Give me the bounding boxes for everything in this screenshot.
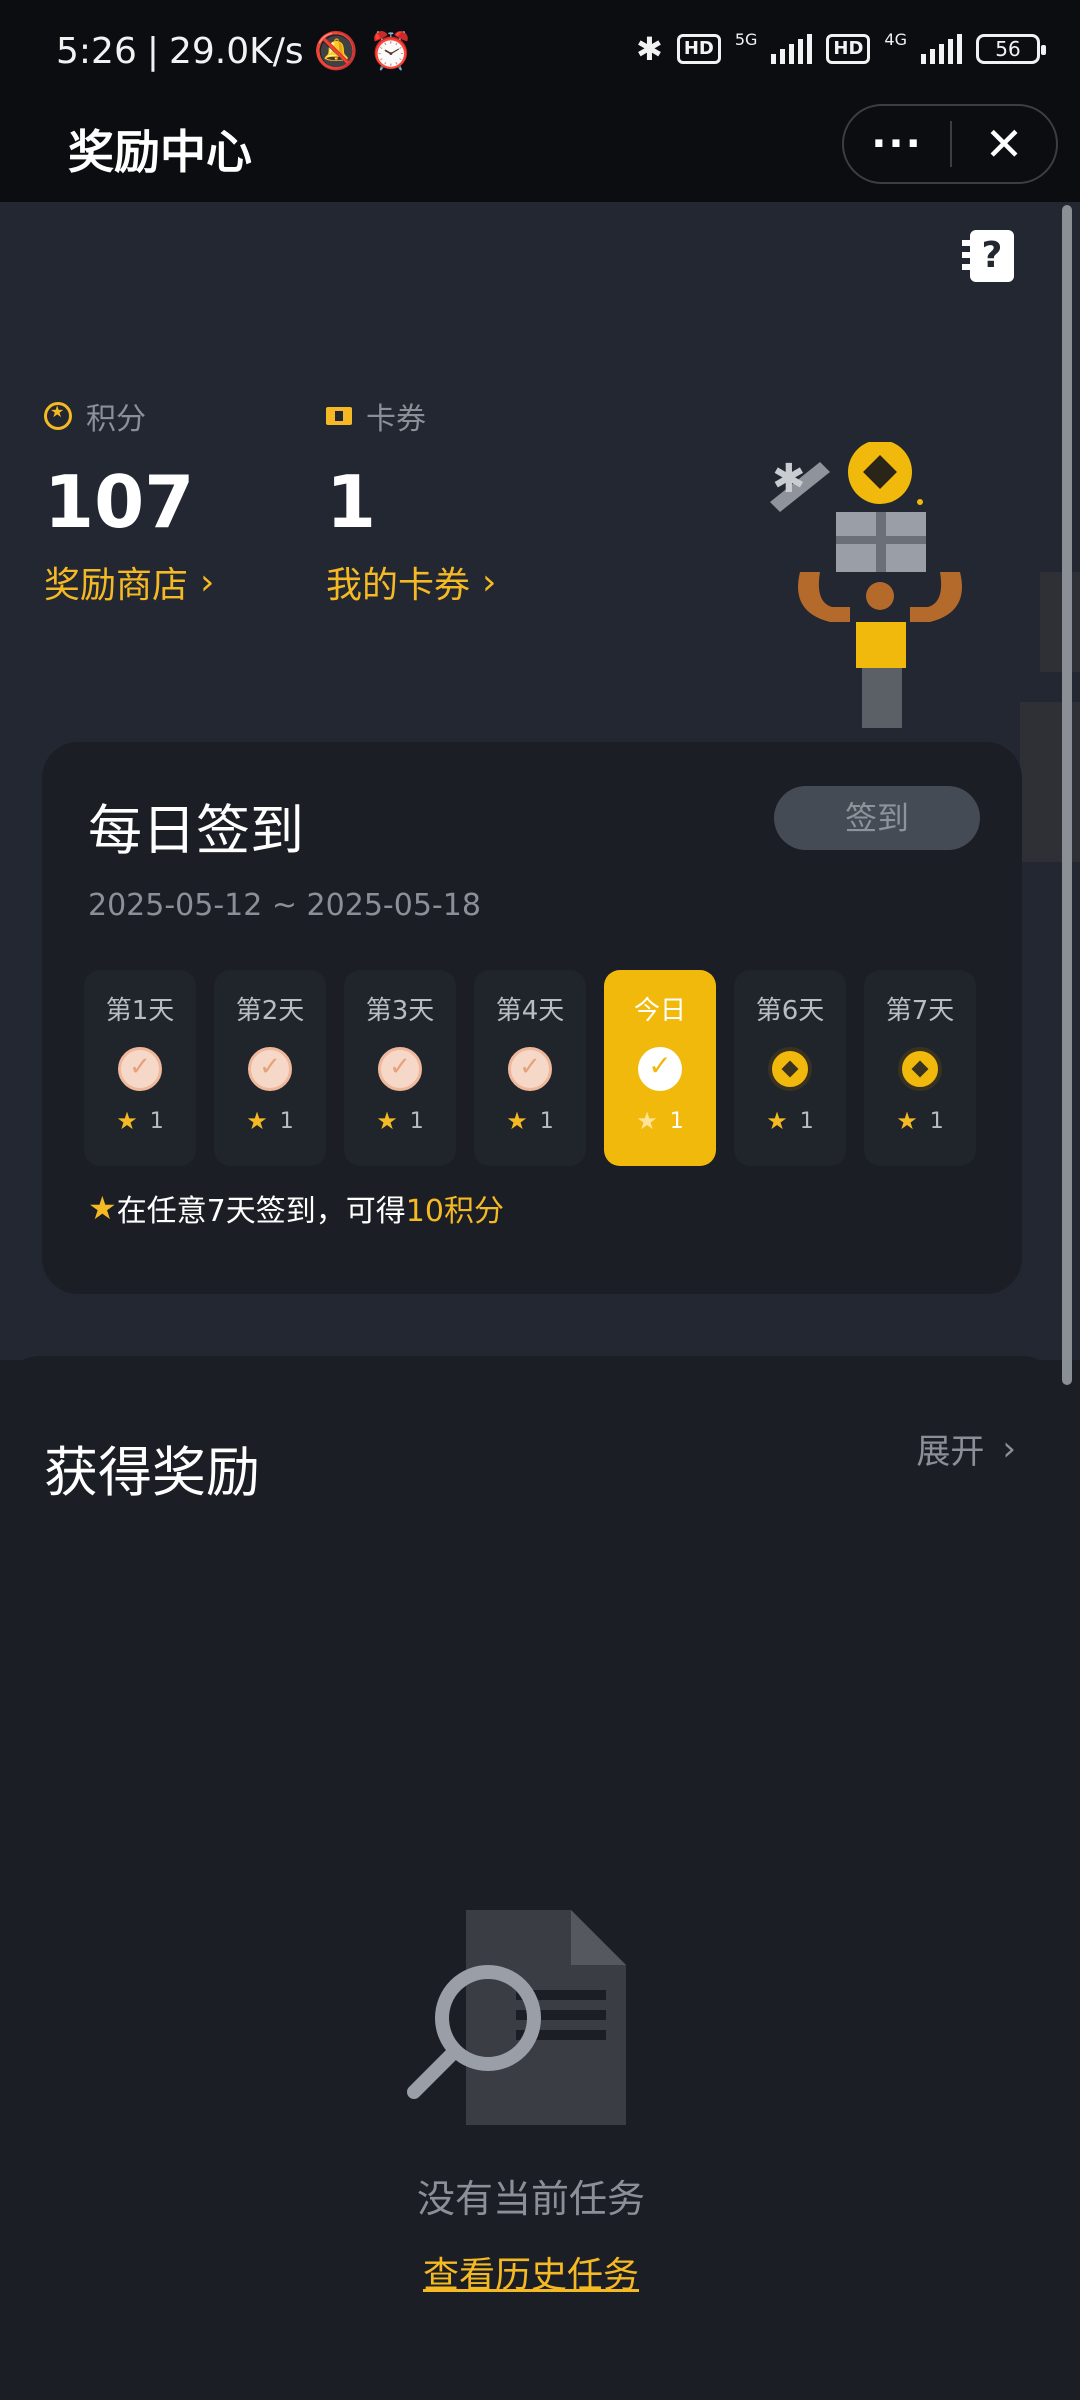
today-check-icon — [638, 1047, 682, 1091]
hd-badge: HD — [676, 34, 721, 64]
ticket-icon — [326, 407, 352, 425]
date-range: 2025-05-12 ~ 2025-05-18 — [88, 888, 481, 923]
battery-icon: 56 — [976, 34, 1046, 64]
star-icon: ★ — [246, 1107, 268, 1135]
clock: 5:26 — [56, 30, 137, 72]
note-text: 在任意7天签到，可得 — [116, 1194, 406, 1229]
help-icon[interactable]: ? — [962, 230, 1014, 282]
title-bar: 奖励中心 ··· ✕ — [0, 100, 1080, 202]
page-title: 奖励中心 — [68, 125, 252, 179]
scrollbar[interactable] — [1062, 205, 1072, 1385]
star-icon: ★ — [766, 1107, 788, 1135]
network-speed: 29.0K/s — [168, 30, 304, 72]
gift-illustration: ✱ — [770, 442, 962, 728]
checkin-note: ★ 在任意7天签到，可得 10积分 — [88, 1186, 504, 1230]
empty-state-text: 没有当前任务 — [416, 2177, 645, 2221]
rewards-section: 获得奖励 展开 › 没有当前任务 查看历史任务 — [0, 1356, 1062, 2400]
decorative-chevron — [1040, 572, 1080, 672]
star-icon: ★ — [896, 1107, 918, 1135]
checkin-days: 第1天 ★1 第2天 ★1 第3天 ★1 第4天 ★1 今日 — [84, 970, 976, 1166]
network-type-label: 4G — [884, 30, 907, 49]
reward-store-link[interactable]: 奖励商店 › — [44, 556, 214, 608]
checkin-day-2: 第2天 ★1 — [214, 970, 326, 1166]
checked-icon — [508, 1047, 552, 1091]
status-bar: 5:26 | 29.0K/s 🔕 ⏰ ✱ HD 5G HD 4G 56 — [0, 0, 1080, 100]
checkin-day-4: 第4天 ★1 — [474, 970, 586, 1166]
star-icon: ★ — [636, 1107, 658, 1135]
mini-program-capsule: ··· ✕ — [842, 104, 1058, 184]
close-button[interactable]: ✕ — [952, 117, 1056, 171]
checkin-title: 每日签到 — [88, 799, 304, 862]
expand-label: 展开 — [916, 1432, 985, 1472]
coin-icon — [898, 1047, 942, 1091]
coupons-label: 卡券 — [366, 402, 426, 437]
star-icon: ★ — [376, 1107, 398, 1135]
bluetooth-icon: ✱ — [636, 30, 663, 68]
checkin-button[interactable]: 签到 — [774, 786, 980, 850]
checked-icon — [118, 1047, 162, 1091]
network-type-label: 5G — [734, 30, 758, 49]
chevron-right-icon: › — [200, 561, 215, 603]
checkin-day-1: 第1天 ★1 — [84, 970, 196, 1166]
status-right: ✱ HD 5G HD 4G 56 — [636, 30, 1046, 68]
signal-icon — [771, 34, 813, 64]
hd-badge: HD — [826, 34, 871, 64]
points-stat: 积分 107 奖励商店 › — [44, 394, 214, 608]
checkin-day-7: 第7天 ★ 1 — [864, 970, 976, 1166]
checkin-day-today: 今日 ★1 — [604, 970, 716, 1166]
mute-icon: 🔕 — [313, 31, 359, 72]
coin-icon — [768, 1047, 812, 1091]
star-icon: ★ — [116, 1107, 138, 1135]
rewards-title: 获得奖励 — [44, 1441, 260, 1504]
checked-icon — [378, 1047, 422, 1091]
my-coupons-link[interactable]: 我的卡券 › — [326, 556, 496, 608]
signal-icon — [921, 34, 962, 64]
chevron-right-icon: › — [482, 561, 497, 603]
history-tasks-link[interactable]: 查看历史任务 — [0, 2246, 1062, 2298]
empty-document-search-icon — [407, 1910, 626, 2125]
more-button[interactable]: ··· — [844, 124, 950, 164]
star-icon: ★ — [88, 1189, 117, 1227]
checked-icon — [248, 1047, 292, 1091]
points-value: 107 — [44, 460, 195, 544]
coupons-stat: 卡券 1 我的卡券 › — [326, 394, 496, 608]
points-label: 积分 — [86, 402, 146, 437]
chevron-right-icon: › — [1002, 1428, 1016, 1469]
alarm-icon: ⏰ — [368, 31, 414, 72]
note-highlight: 10积分 — [405, 1194, 504, 1229]
status-left: 5:26 | 29.0K/s 🔕 ⏰ — [56, 30, 414, 73]
my-coupons-label: 我的卡券 — [326, 565, 471, 606]
checkin-day-6: 第6天 ★ 1 — [734, 970, 846, 1166]
checkin-card: 每日签到 签到 2025-05-12 ~ 2025-05-18 第1天 ★1 第… — [42, 742, 1022, 1294]
points-icon — [44, 402, 72, 430]
svg-text:✱: ✱ — [772, 456, 806, 502]
coupons-value: 1 — [326, 460, 377, 544]
hero-section: ? 积分 107 奖励商店 › 卡券 1 我的卡券 › ✱ — [0, 202, 1080, 1360]
checkin-day-3: 第3天 ★1 — [344, 970, 456, 1166]
reward-store-label: 奖励商店 — [44, 565, 189, 606]
star-icon: ★ — [506, 1107, 528, 1135]
expand-button[interactable]: 展开 › — [916, 1424, 1016, 1473]
